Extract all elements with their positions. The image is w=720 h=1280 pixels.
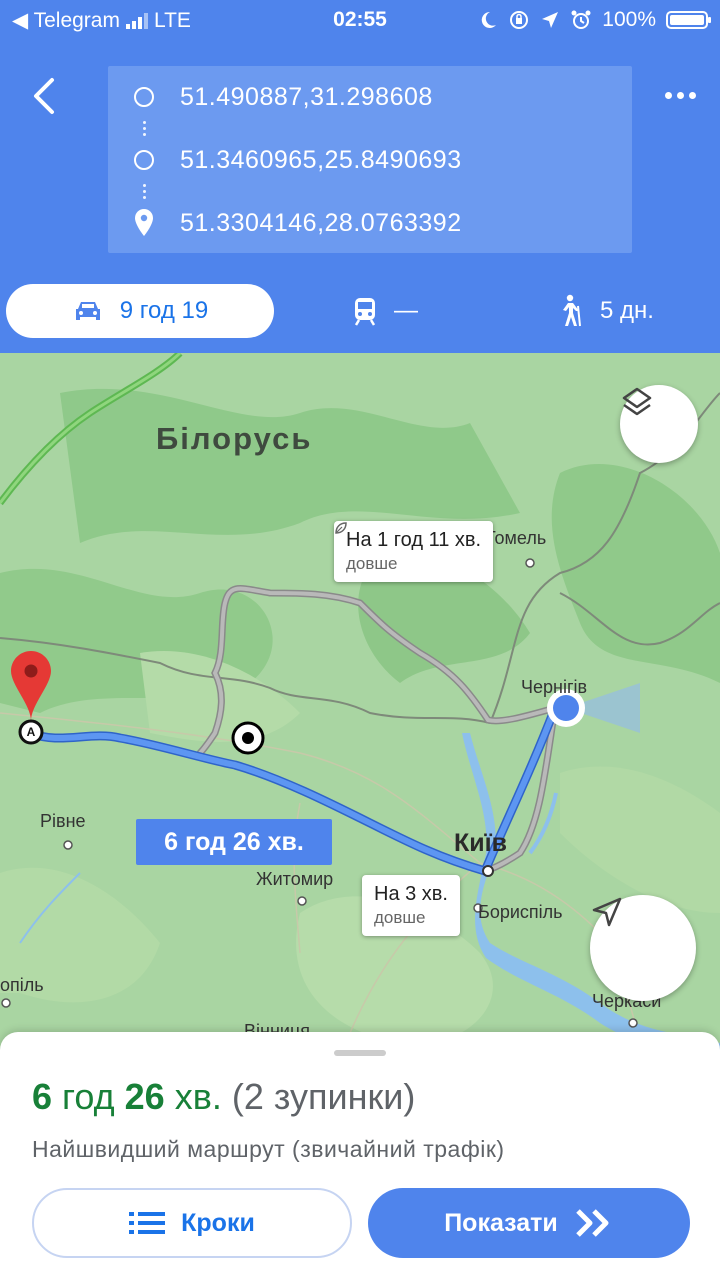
- waypoints-panel: 51.490887,31.298608 51.3460965,25.849069…: [108, 66, 632, 253]
- alt-route-callout-2[interactable]: На 3 хв. довше: [362, 875, 460, 936]
- battery-percent: 100%: [602, 8, 656, 31]
- origin-value: 51.490887,31.298608: [180, 82, 433, 111]
- map-view[interactable]: A Білорусь Гомель Чернігів Київ Рівне Жи…: [0, 353, 720, 1073]
- alt-route-2-subtitle: довше: [374, 908, 426, 927]
- destination-value: 51.3304146,28.0763392: [180, 208, 462, 237]
- map-label-boryspil: Бориспіль: [478, 902, 563, 922]
- stop-field[interactable]: 51.3460965,25.8490693: [108, 135, 632, 185]
- navigation-arrow-icon: [592, 897, 622, 927]
- chevron-left-icon: [34, 78, 54, 114]
- alt-route-1-subtitle: довше: [335, 522, 481, 574]
- route-time-label[interactable]: 6 год 26 хв.: [136, 819, 332, 865]
- destination-field[interactable]: 51.3304146,28.0763392: [108, 198, 632, 248]
- eco-leaf-icon: [335, 522, 347, 534]
- steps-button[interactable]: Кроки: [32, 1188, 352, 1258]
- mode-car-label: 9 год 19: [119, 297, 209, 324]
- map-label-gomel: Гомель: [486, 528, 547, 548]
- layers-button[interactable]: [620, 385, 698, 463]
- circle-icon: [134, 150, 154, 170]
- double-chevron-right-icon: [576, 1209, 609, 1237]
- show-route-button[interactable]: Показати: [368, 1188, 690, 1258]
- destination-pin-icon: [135, 209, 153, 236]
- layers-icon: [622, 387, 652, 416]
- route-summary: Найшвидший маршрут (звичайний трафік): [32, 1136, 505, 1162]
- mode-transit-tab[interactable]: —: [330, 284, 440, 338]
- map-label-zhytomyr: Житомир: [256, 869, 334, 889]
- battery-fill: [670, 15, 704, 25]
- marker-a-label: A: [26, 725, 36, 739]
- travel-modes: 9 год 19 — 5 дн.: [0, 284, 720, 338]
- car-icon: [75, 302, 100, 320]
- status-right: 100%: [478, 8, 711, 32]
- moon-icon: [482, 11, 497, 28]
- route-eta: 6 год 26 хв. (2 зупинки): [32, 1076, 416, 1117]
- stop-value: 51.3460965,25.8490693: [180, 145, 462, 174]
- alt-route-callout-1[interactable]: На 1 год 11 хв. довше: [334, 521, 494, 582]
- alt-route-1-title: На 1 год 11 хв.: [346, 529, 482, 551]
- route-bottom-sheet: 6 год 26 хв. (2 зупинки) Найшвидший марш…: [0, 1032, 720, 1280]
- walk-icon: [563, 294, 582, 327]
- map-label-rivne: Рівне: [40, 811, 86, 831]
- mode-car-tab[interactable]: 9 год 19: [6, 284, 274, 338]
- origin-field[interactable]: 51.490887,31.298608: [108, 72, 632, 122]
- mode-walk-tab[interactable]: 5 дн.: [540, 284, 670, 338]
- directions-header: 51.490887,31.298608 51.3460965,25.849069…: [0, 40, 720, 353]
- mode-transit-label: —: [394, 297, 418, 324]
- location-arrow-icon: [542, 12, 559, 28]
- back-button[interactable]: [22, 70, 66, 120]
- map-label-kyiv: Київ: [454, 829, 508, 857]
- map-label-belarus: Білорусь: [156, 421, 313, 456]
- steps-label: Кроки: [181, 1208, 255, 1237]
- show-route-label: Показати: [444, 1208, 558, 1237]
- battery-icon: [666, 11, 711, 29]
- list-icon: [129, 1212, 166, 1234]
- alt-route-2-title: На 3 хв.: [374, 883, 448, 905]
- sheet-drag-handle[interactable]: [334, 1050, 386, 1056]
- rotation-lock-icon: [510, 11, 529, 29]
- mode-walk-label: 5 дн.: [600, 297, 654, 324]
- map-label-ternopil: опіль: [0, 975, 44, 995]
- alarm-icon: [571, 10, 591, 29]
- circle-icon: [134, 87, 154, 107]
- my-location-button[interactable]: [590, 895, 696, 1001]
- map-label-chernihiv: Чернігів: [521, 677, 588, 697]
- status-bar: ◀ Telegram LTE 02:55 100%: [0, 0, 720, 40]
- train-icon: [354, 298, 376, 326]
- more-options-button[interactable]: [660, 80, 700, 110]
- route-stops: (2 зупинки): [231, 1076, 416, 1117]
